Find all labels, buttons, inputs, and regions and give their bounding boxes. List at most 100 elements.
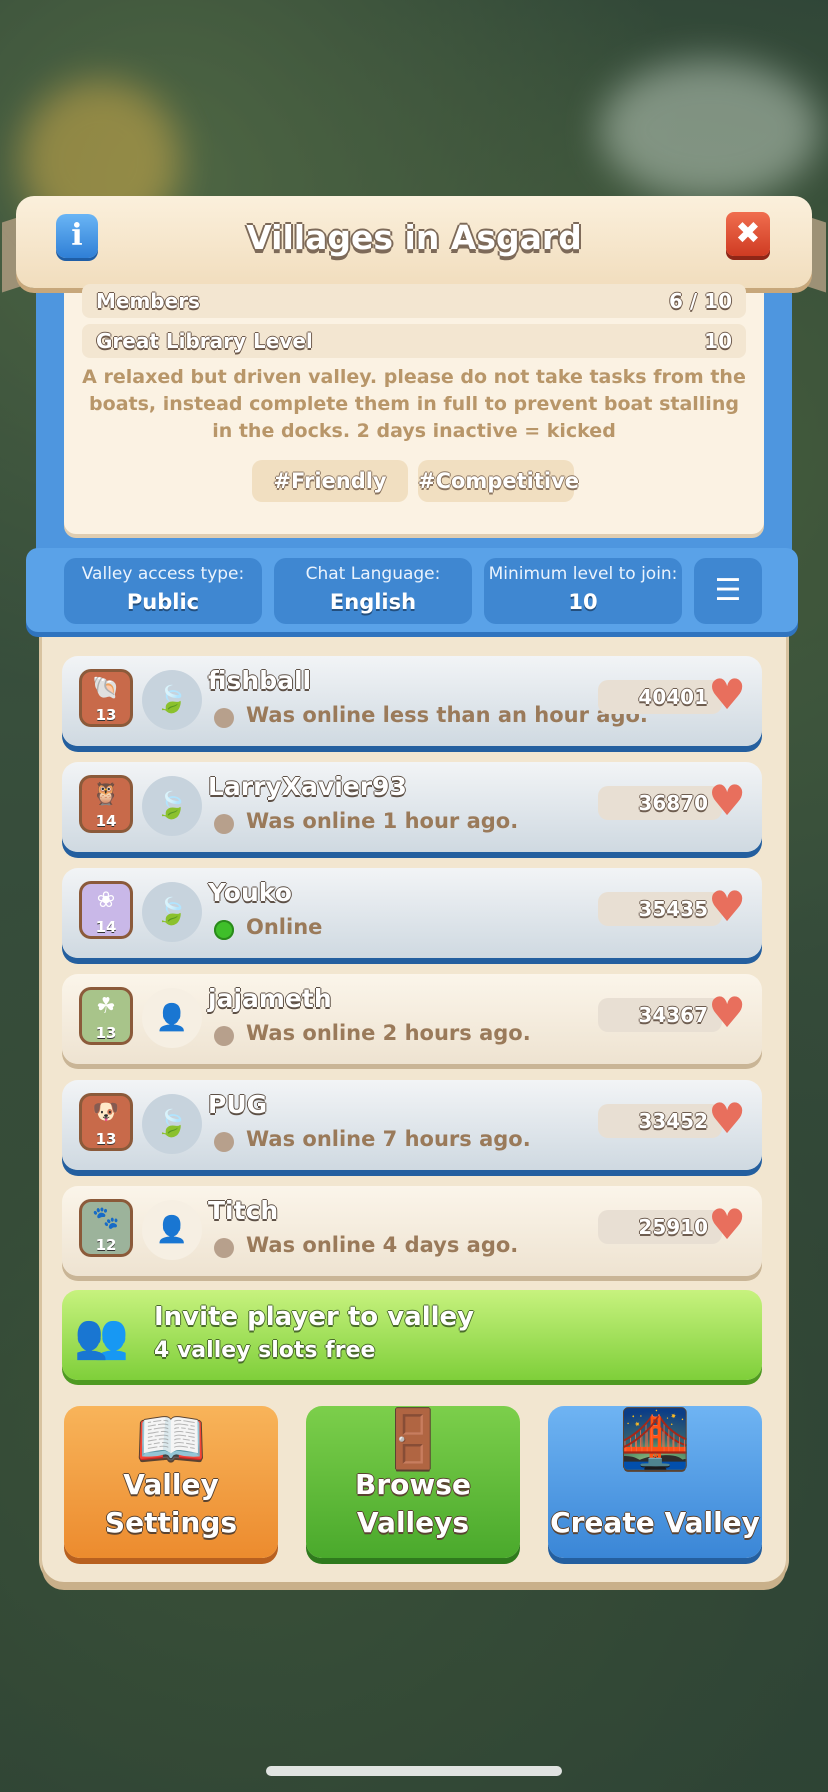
info-button[interactable]: i: [56, 214, 98, 258]
member-name: LarryXavier93: [208, 772, 407, 801]
member-badge: 🦉 14: [82, 778, 130, 830]
create-valley-button[interactable]: 🌉 Create Valley: [548, 1406, 762, 1558]
min-level-box: Minimum level to join: 10: [484, 558, 682, 624]
member-name: fishball: [208, 666, 312, 695]
member-row[interactable]: 🐶 13 🍃 PUG Was online 7 hours ago. 33452 …: [62, 1080, 762, 1170]
close-icon: ✖: [735, 216, 761, 251]
member-score: 25910: [598, 1210, 722, 1244]
member-row[interactable]: 🐚 13 🍃 fishball Was online less than an h…: [62, 656, 762, 746]
member-badge: 🐶 13: [82, 1096, 130, 1148]
heart-icon: ♥: [708, 1200, 746, 1249]
member-level: 13: [95, 1130, 117, 1148]
members-label: Members: [96, 289, 200, 313]
valley-settings-button[interactable]: 📖 Valley Settings: [64, 1406, 278, 1558]
member-score: 35435: [598, 892, 722, 926]
status-dot-online: [214, 920, 234, 940]
chat-language-box: Chat Language: English: [274, 558, 472, 624]
status-dot: [214, 1238, 234, 1258]
heart-icon: ♥: [708, 988, 746, 1037]
clover-icon: ☘: [96, 994, 116, 1019]
door-arch-icon: 🚪: [378, 1407, 448, 1472]
member-row[interactable]: ❀ 14 🍃 Youko Online 35435 ♥: [62, 868, 762, 958]
valley-settings-label: Valley Settings: [104, 1468, 238, 1539]
member-name: PUG: [208, 1090, 268, 1119]
status-dot: [214, 814, 234, 834]
member-level: 12: [95, 1236, 117, 1254]
heart-icon: ♥: [708, 776, 746, 825]
library-level-row: Great Library Level 10: [82, 324, 746, 358]
leaf-icon: 🍃: [142, 670, 202, 730]
access-type-box: Valley access type: Public: [64, 558, 262, 624]
browse-valleys-label: Browse Valleys: [355, 1468, 471, 1539]
member-score: 36870: [598, 786, 722, 820]
member-row[interactable]: ☘ 13 👤 jajameth Was online 2 hours ago. 3…: [62, 974, 762, 1064]
tag-friendly: #Friendly: [252, 460, 408, 502]
shell-icon: 🐚: [92, 676, 120, 701]
member-name: Youko: [208, 878, 292, 907]
invite-subtitle: 4 valley slots free: [154, 1338, 376, 1363]
home-indicator: [266, 1766, 562, 1776]
member-level: 13: [95, 1024, 117, 1042]
chat-language-label: Chat Language:: [305, 564, 441, 584]
map-decor: [600, 60, 820, 200]
member-score: 33452: [598, 1104, 722, 1138]
valley-description: A relaxed but driven valley. please do n…: [82, 366, 746, 442]
page-title: Villages in Asgard: [246, 218, 582, 257]
member-name: Titch: [208, 1196, 279, 1225]
access-type-label: Valley access type:: [81, 564, 245, 584]
status-dot: [214, 708, 234, 728]
paw-icon: 🐾: [92, 1206, 120, 1231]
member-status: Was online 4 days ago.: [246, 1233, 519, 1257]
members-row: Members 6 / 10: [82, 284, 746, 318]
member-status: Was online 7 hours ago.: [246, 1127, 531, 1151]
close-button[interactable]: ✖: [726, 212, 770, 256]
owl-icon: 🦉: [92, 782, 120, 807]
invite-title: Invite player to valley: [154, 1302, 475, 1332]
browse-valleys-button[interactable]: 🚪 Browse Valleys: [306, 1406, 520, 1558]
leaf-icon: 🍃: [142, 882, 202, 942]
create-valley-label: Create Valley: [550, 1506, 760, 1539]
access-type-value: Public: [126, 590, 200, 614]
member-name: jajameth: [208, 984, 332, 1013]
member-badge: 🐾 12: [82, 1202, 130, 1254]
invite-player-button[interactable]: 👥 Invite player to valley 4 valley slots…: [62, 1290, 762, 1380]
member-badge: ❀ 14: [82, 884, 130, 936]
person-icon: 👤: [142, 1200, 202, 1260]
member-status: Online: [246, 915, 323, 939]
invite-icon: 👥: [74, 1311, 129, 1362]
flower-icon: ❀: [96, 888, 116, 913]
member-score: 40401: [598, 680, 722, 714]
status-dot: [214, 1026, 234, 1046]
member-level: 14: [95, 918, 117, 936]
header-banner: Villages in Asgard: [16, 196, 812, 288]
heart-icon: ♥: [708, 882, 746, 931]
member-level: 14: [95, 812, 117, 830]
member-status: Was online less than an hour ago.: [246, 703, 648, 727]
member-score: 34367: [598, 998, 722, 1032]
book-quill-icon: 📖: [136, 1407, 206, 1472]
sort-list-icon: ☰: [714, 573, 742, 608]
heart-icon: ♥: [708, 670, 746, 719]
sort-filter-button[interactable]: ☰: [694, 558, 762, 624]
person-icon: 👤: [142, 988, 202, 1048]
status-dot: [214, 1132, 234, 1152]
member-row[interactable]: 🐾 12 👤 Titch Was online 4 days ago. 25910…: [62, 1186, 762, 1276]
tag-competitive: #Competitive: [418, 460, 579, 502]
dog-icon: 🐶: [92, 1100, 120, 1125]
info-icon: i: [71, 218, 83, 253]
min-level-label: Minimum level to join:: [488, 564, 678, 584]
member-badge: 🐚 13: [82, 672, 130, 724]
library-level-label: Great Library Level: [96, 329, 313, 353]
min-level-value: 10: [568, 590, 598, 614]
leaf-icon: 🍃: [142, 776, 202, 836]
member-status: Was online 2 hours ago.: [246, 1021, 531, 1045]
member-badge: ☘ 13: [82, 990, 130, 1042]
leaf-icon: 🍃: [142, 1094, 202, 1154]
library-level-value: 10: [704, 329, 732, 353]
member-level: 13: [95, 706, 117, 724]
chat-language-value: English: [329, 590, 417, 614]
member-row[interactable]: 🦉 14 🍃 LarryXavier93 Was online 1 hour ag…: [62, 762, 762, 852]
member-status: Was online 1 hour ago.: [246, 809, 519, 833]
members-value: 6 / 10: [669, 289, 732, 313]
portal-plus-icon: 🌉: [620, 1407, 690, 1472]
